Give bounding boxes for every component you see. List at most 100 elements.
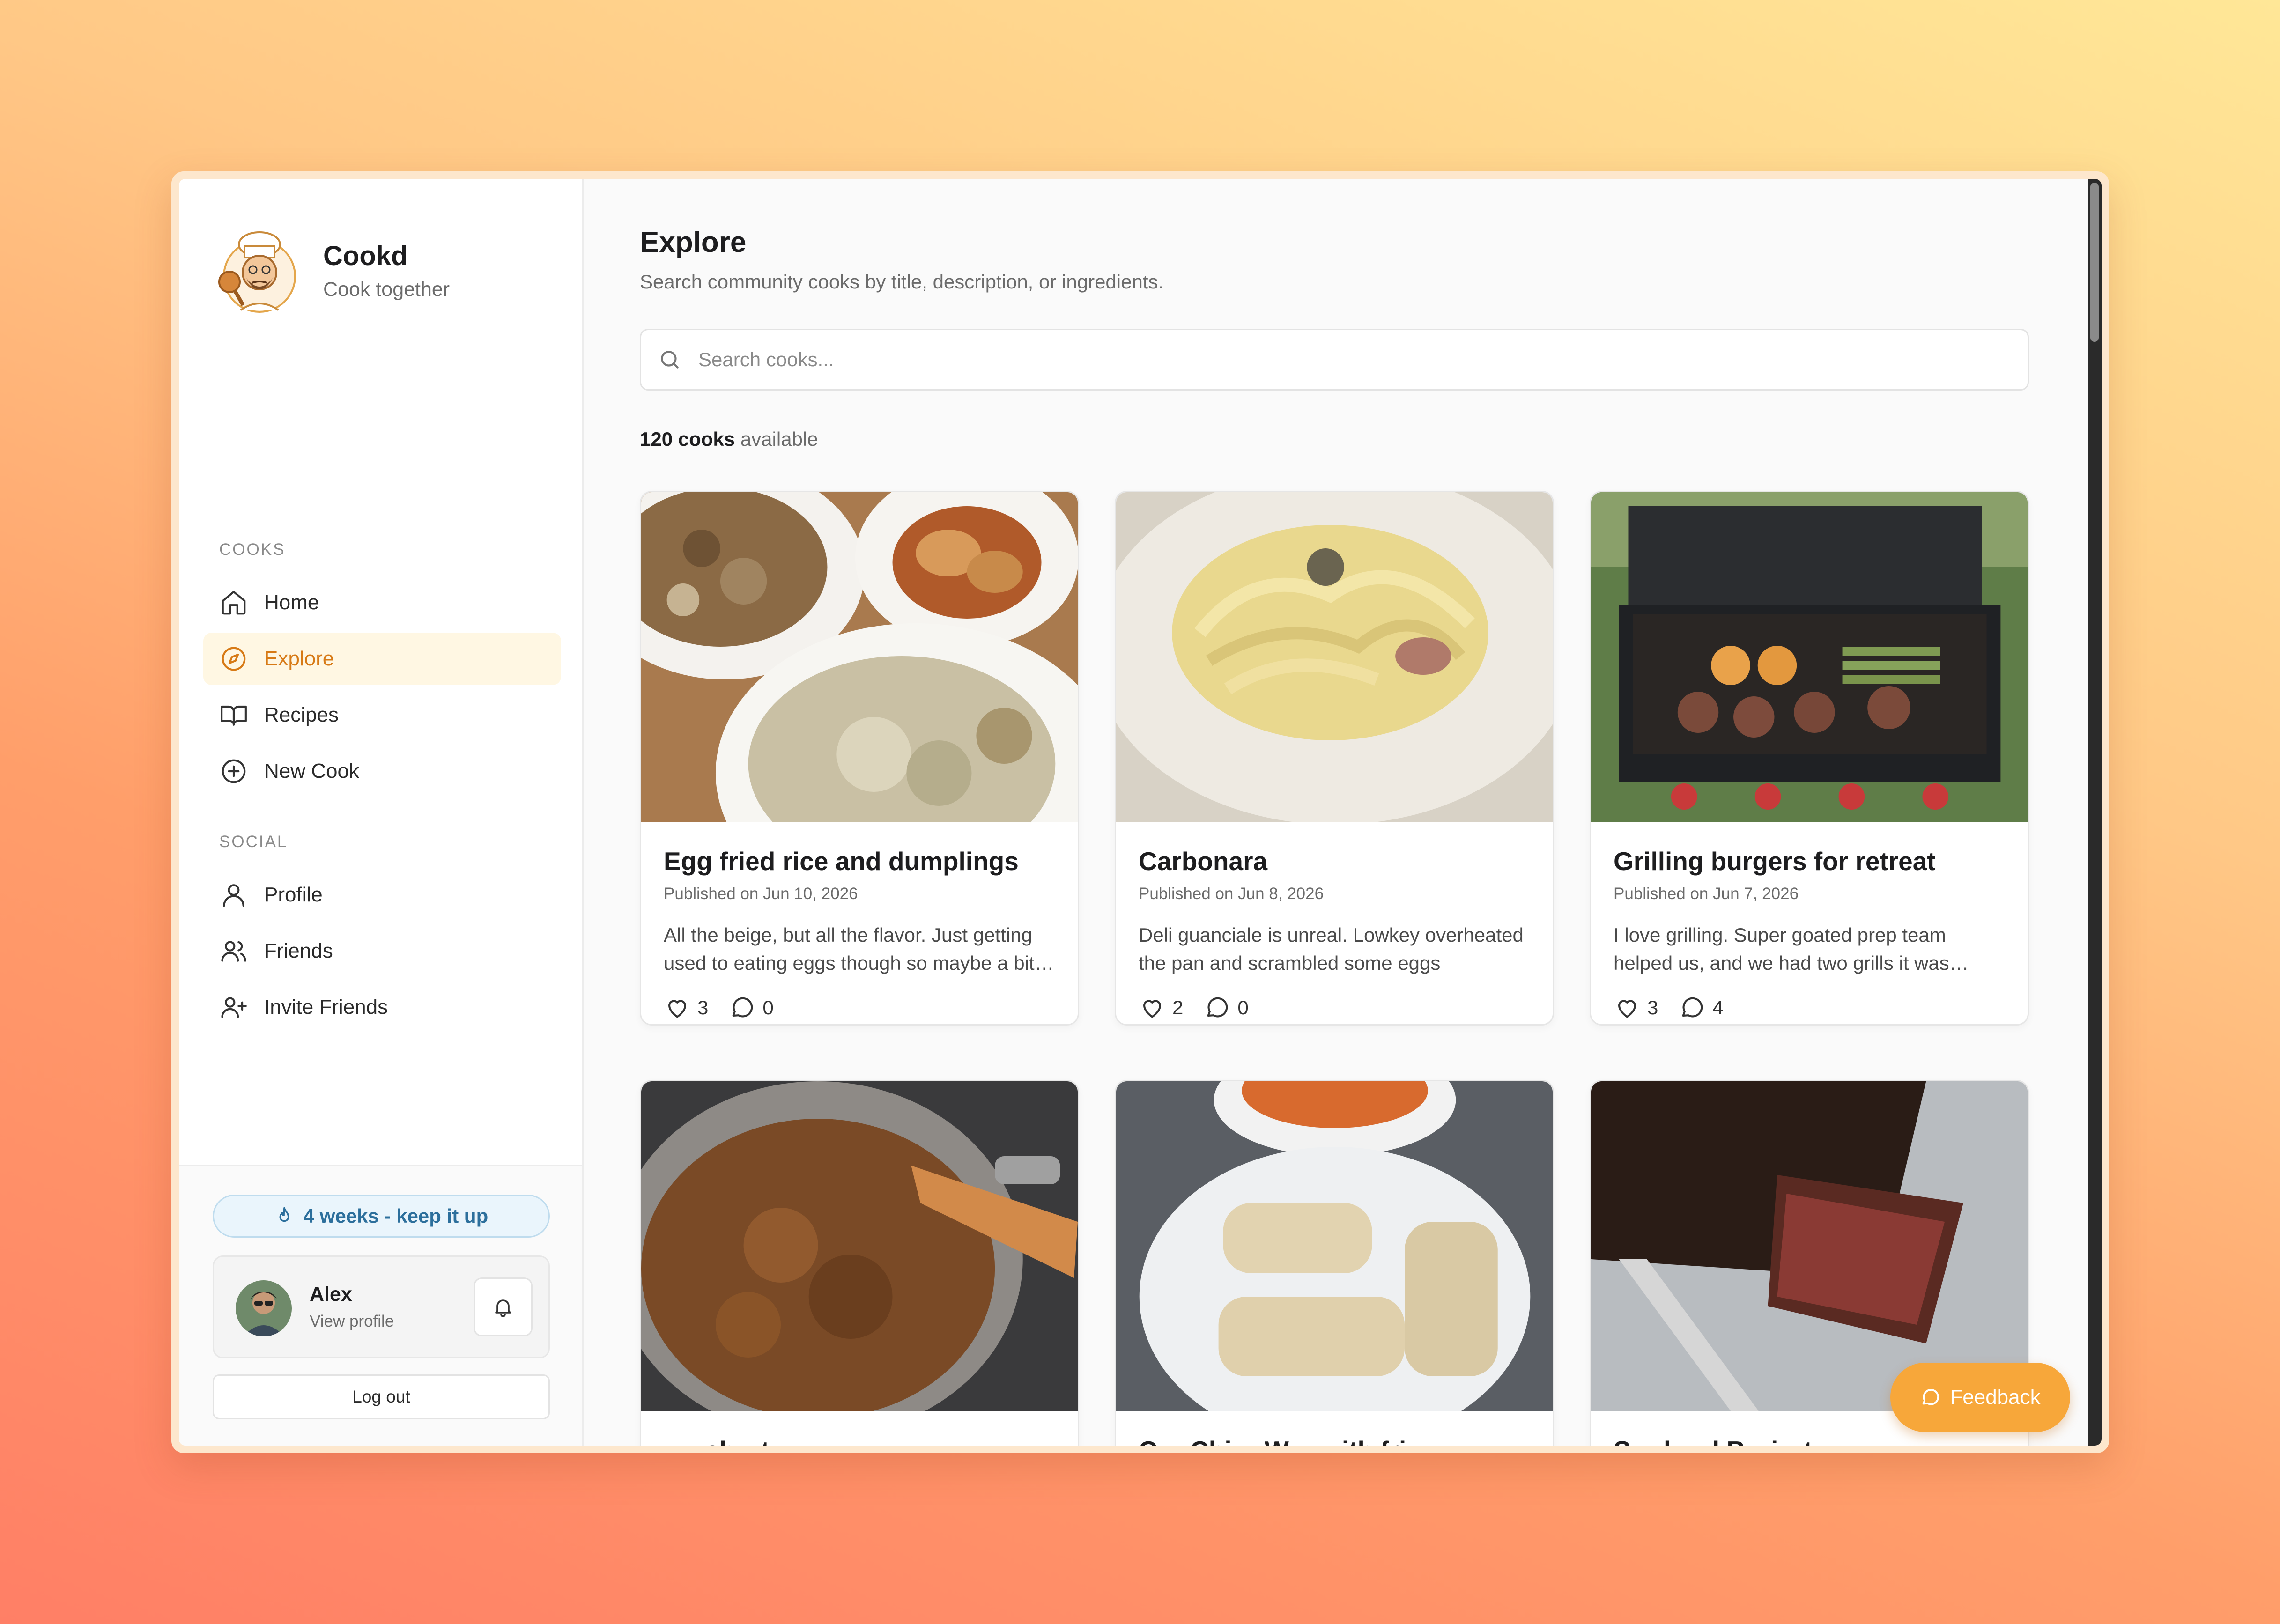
- feedback-label: Feedback: [1950, 1386, 2041, 1409]
- sidebar-item-label: Recipes: [264, 703, 339, 726]
- notifications-button[interactable]: [474, 1277, 533, 1336]
- sidebar-item-friends[interactable]: Friends: [203, 925, 561, 977]
- scrollbar[interactable]: [2088, 179, 2102, 1446]
- cook-description: Deli guanciale is unreal. Lowkey overhea…: [1139, 924, 1524, 974]
- heart-icon: [1143, 1000, 1161, 1018]
- sidebar-item-new-cook[interactable]: New Cook: [203, 745, 561, 797]
- cook-description: I love grilling. Super goated prep team …: [1614, 924, 1969, 974]
- cook-photo: [641, 492, 1078, 822]
- cook-title: Grilling burgers for retreat: [1614, 847, 1936, 876]
- cook-card[interactable]: Egg fried rice and dumplings Published o…: [640, 491, 1079, 1026]
- comment-count: 4: [1712, 997, 1724, 1019]
- comment-button[interactable]: 0: [1204, 994, 1249, 1021]
- comment-count: 0: [1237, 997, 1249, 1019]
- section-label-cooks: COOKS: [219, 540, 286, 559]
- cook-date: Published on Jun 7, 2026: [1614, 885, 1799, 903]
- sidebar-item-profile[interactable]: Profile: [203, 869, 561, 921]
- app-tagline: Cook together: [323, 278, 450, 301]
- plus-circle-icon: [222, 759, 246, 783]
- view-profile-link[interactable]: View profile: [310, 1312, 394, 1331]
- comment-count: 0: [762, 997, 774, 1019]
- bell-icon: [495, 1299, 511, 1317]
- cook-date: Published on Jun 8, 2026: [1139, 885, 1324, 903]
- cooks-count: 120 cooks available: [640, 428, 818, 450]
- sidebar-item-label: Profile: [264, 883, 323, 906]
- sidebar-item-label: Explore: [264, 647, 334, 670]
- cook-date: Published on Jun 10, 2026: [664, 885, 858, 903]
- scrollbar-thumb[interactable]: [2090, 183, 2099, 342]
- cook-photo: [1591, 1081, 2028, 1411]
- feedback-button[interactable]: Feedback: [1890, 1363, 2070, 1432]
- app-frame: Cookd Cook together COOKS Home Explore R…: [179, 179, 2102, 1446]
- cook-card[interactable]: Carbonara Published on Jun 8, 2026 Deli …: [1115, 491, 1554, 1026]
- cook-photo: [1116, 1081, 1553, 1411]
- cook-title: C… Chi… W… with fri…: [1139, 1435, 1530, 1446]
- comment-icon: [732, 997, 753, 1018]
- section-label-social: SOCIAL: [219, 833, 288, 851]
- sidebar-item-label: New Cook: [264, 760, 359, 782]
- brand[interactable]: Cookd Cook together: [213, 224, 450, 317]
- flame-icon: [279, 1207, 289, 1222]
- sidebar-item-invite-friends[interactable]: Invite Friends: [203, 981, 561, 1033]
- chef-logo-icon: [218, 231, 296, 313]
- like-count: 3: [697, 997, 709, 1019]
- sidebar-item-label: Friends: [264, 939, 333, 962]
- cook-photo: [641, 1081, 1078, 1411]
- search-icon: [661, 351, 679, 369]
- cook-title: S… k…d B…i…t: [1614, 1435, 2005, 1446]
- app-window: Cookd Cook together COOKS Home Explore R…: [171, 171, 2109, 1453]
- comment-icon: [1207, 997, 1228, 1018]
- cook-stats: 3 0: [664, 991, 1055, 1024]
- search-input[interactable]: [698, 348, 2010, 371]
- streak-text: 4 weeks - keep it up: [303, 1205, 489, 1227]
- cook-photo: [1116, 492, 1553, 822]
- like-count: 3: [1647, 997, 1658, 1019]
- avatar-image: [236, 1280, 292, 1336]
- cooks-count-number: 120 cooks: [640, 428, 735, 450]
- user-plus-icon: [221, 997, 247, 1018]
- user-name: Alex: [310, 1283, 352, 1306]
- user-icon: [223, 884, 244, 907]
- sidebar-item-label: Invite Friends: [264, 996, 388, 1019]
- comment-button[interactable]: 0: [729, 994, 774, 1021]
- cook-description: All the beige, but all the flavor. Just …: [664, 924, 1054, 974]
- sidebar-footer: 4 weeks - keep it up Alex View profile L…: [179, 1165, 582, 1446]
- comment-icon: [1682, 997, 1703, 1018]
- streak-badge[interactable]: 4 weeks - keep it up: [213, 1195, 550, 1238]
- compass-icon: [222, 647, 246, 671]
- cook-title: …ush…t…: [664, 1435, 1055, 1446]
- page-title: Explore: [640, 226, 747, 258]
- sidebar-item-label: Home: [264, 591, 319, 614]
- comment-button[interactable]: 4: [1679, 994, 1724, 1021]
- sidebar-item-recipes[interactable]: Recipes: [203, 689, 561, 741]
- page-subtitle: Search community cooks by title, descrip…: [640, 271, 1164, 293]
- user-card[interactable]: Alex View profile: [213, 1255, 550, 1358]
- avatar: [236, 1280, 292, 1336]
- cook-photo: [1591, 492, 2028, 822]
- users-icon: [221, 941, 246, 962]
- cook-card[interactable]: …ush…t…: [640, 1080, 1079, 1446]
- search-bar[interactable]: [640, 329, 2029, 391]
- cooks-count-suffix: available: [740, 428, 818, 450]
- book-icon: [221, 705, 247, 726]
- heart-icon: [1618, 1000, 1636, 1018]
- sidebar-item-explore[interactable]: Explore: [203, 633, 561, 685]
- cook-card[interactable]: Grilling burgers for retreat Published o…: [1590, 491, 2029, 1026]
- like-button[interactable]: 2: [1139, 994, 1183, 1021]
- heart-icon: [668, 1000, 686, 1018]
- main-content: Explore Search community cooks by title,…: [584, 179, 2102, 1446]
- chat-bubble-icon: [1923, 1389, 1939, 1405]
- app-name: Cookd: [323, 241, 408, 271]
- like-button[interactable]: 3: [664, 994, 708, 1021]
- sidebar: Cookd Cook together COOKS Home Explore R…: [179, 179, 584, 1446]
- cook-stats: 3 4: [1614, 991, 2005, 1024]
- logout-button[interactable]: Log out: [213, 1374, 550, 1419]
- cook-title: Carbonara: [1139, 847, 1268, 876]
- like-count: 2: [1172, 997, 1184, 1019]
- cook-card[interactable]: C… Chi… W… with fri…: [1115, 1080, 1554, 1446]
- cook-stats: 2 0: [1139, 991, 1530, 1024]
- sidebar-item-home[interactable]: Home: [203, 576, 561, 629]
- cook-title: Egg fried rice and dumplings: [664, 847, 1019, 876]
- home-icon: [222, 591, 246, 615]
- like-button[interactable]: 3: [1614, 994, 1658, 1021]
